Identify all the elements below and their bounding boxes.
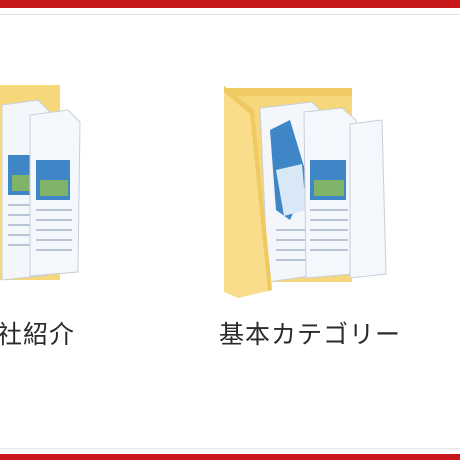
folder-icon (224, 86, 387, 298)
top-border (0, 0, 460, 8)
bottom-border (0, 454, 460, 460)
folder-item[interactable]: 基本カテゴリー (210, 60, 410, 360)
folder-label: 基本カテゴリー (218, 320, 401, 349)
top-divider (0, 14, 460, 15)
folder-item[interactable]: 社紹介 (0, 60, 90, 360)
folder-icon (0, 85, 81, 281)
bottom-divider (0, 448, 460, 449)
folder-label: 社紹介 (0, 320, 75, 349)
